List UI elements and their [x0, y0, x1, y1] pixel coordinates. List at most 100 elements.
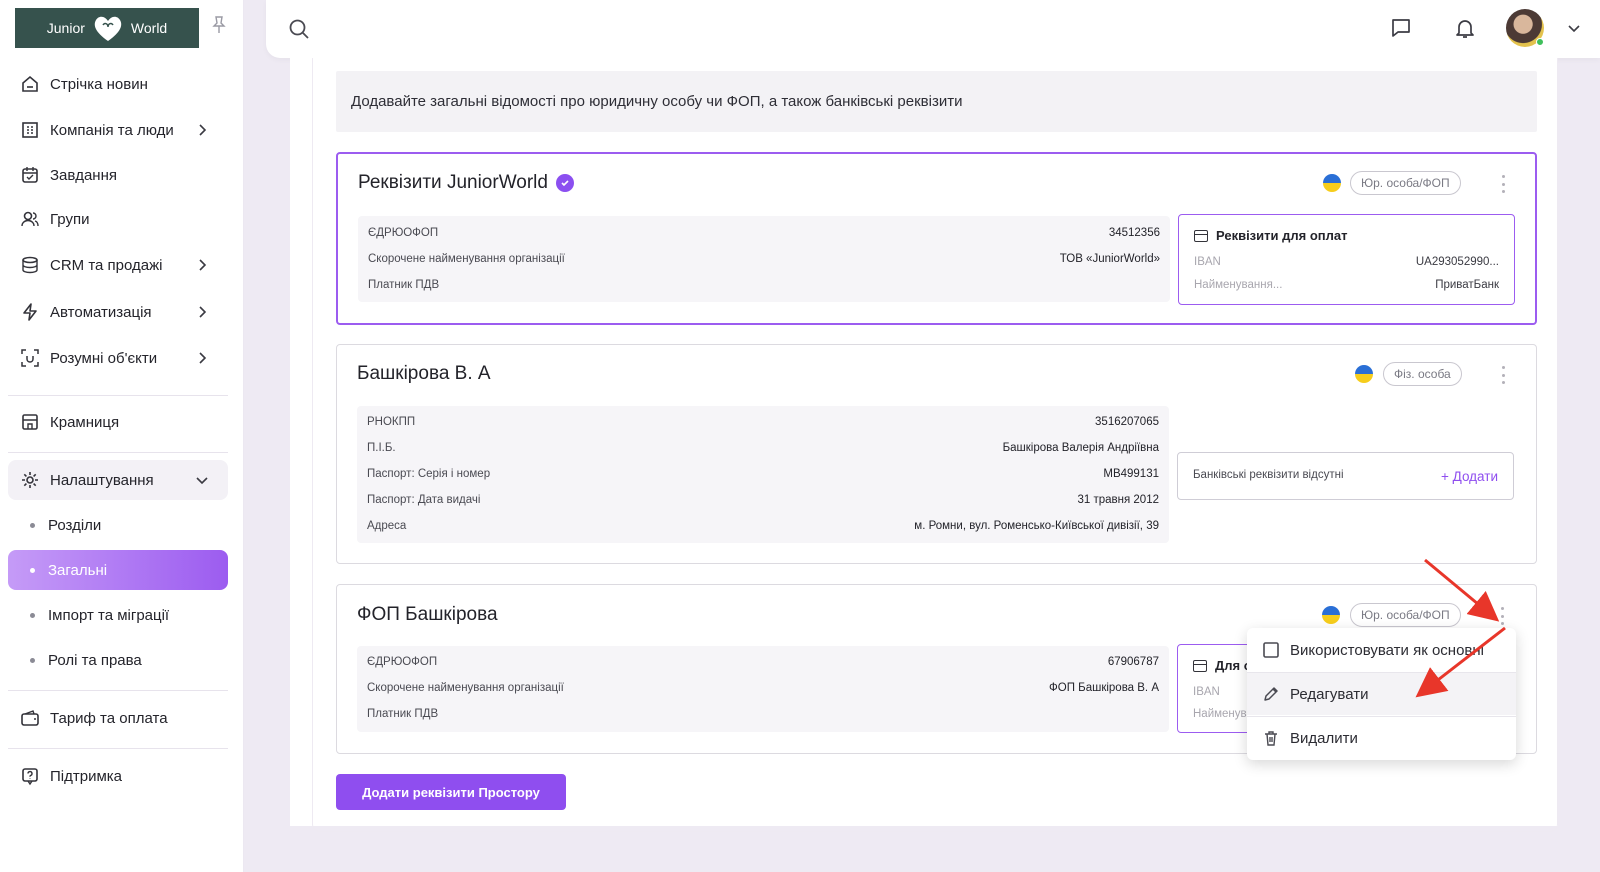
- sidebar-subitem-general[interactable]: Загальні: [8, 550, 228, 590]
- field-value: 3516207065: [1095, 416, 1159, 428]
- credit-card-icon: [1193, 659, 1207, 672]
- sidebar-item-label: Крамниця: [50, 413, 120, 431]
- context-menu: Використовувати як основні Редагувати Ви…: [1247, 628, 1516, 760]
- sidebar-item-crm[interactable]: CRM та продажі: [8, 245, 228, 285]
- pencil-icon: [1264, 687, 1278, 701]
- logo-text-right: World: [130, 20, 168, 36]
- field-row: РНОКПП 3516207065: [367, 409, 1159, 435]
- verified-badge-icon: [555, 174, 574, 192]
- chat-icon[interactable]: [1389, 16, 1413, 40]
- add-bank-details-button[interactable]: + Додати: [1441, 469, 1498, 484]
- sidebar-subitem-label: Розділи: [48, 516, 102, 534]
- chevron-down-icon[interactable]: [1566, 20, 1582, 36]
- chevron-right-icon: [199, 352, 207, 364]
- bank-key: IBAN: [1194, 256, 1221, 268]
- sidebar-item-settings[interactable]: Налаштування: [8, 460, 228, 500]
- database-icon: [22, 256, 38, 274]
- calendar-icon: [22, 167, 38, 183]
- entity-type-label: Юр. особа/ФОП: [1361, 176, 1450, 190]
- sidebar-subitem-label: Загальні: [48, 561, 108, 579]
- sidebar-item-store[interactable]: Крамниця: [8, 402, 228, 442]
- sidebar-subitem-roles[interactable]: Ролі та права: [8, 640, 228, 680]
- add-label: Додати: [1452, 469, 1498, 484]
- sidebar-divider: [8, 452, 228, 453]
- checkbox-icon: [1263, 642, 1279, 658]
- bullet-icon: [30, 568, 35, 573]
- field-key: ЄДРЮОФОП: [367, 656, 438, 668]
- heart-logo-icon: [94, 16, 122, 41]
- card-title: Башкірова В. А: [357, 363, 491, 385]
- logo[interactable]: Junior World: [15, 8, 199, 48]
- bullet-icon: [30, 658, 35, 663]
- bank-empty-text: Банківські реквізити відсутні: [1193, 469, 1344, 481]
- bank-key: Найменув: [1193, 708, 1247, 720]
- card-title: ФОП Башкірова: [357, 604, 498, 626]
- sidebar-item-smart-objects[interactable]: Розумні об'єкти: [8, 338, 228, 378]
- bank-key: IBAN: [1193, 686, 1220, 698]
- pin-icon[interactable]: [212, 16, 226, 34]
- entity-type-badge: Фіз. особа: [1383, 362, 1462, 386]
- sidebar-item-automation[interactable]: Автоматизація: [8, 292, 228, 332]
- add-space-requisites-button[interactable]: Додати реквізити Простору: [336, 774, 566, 810]
- chevron-right-icon: [199, 124, 207, 136]
- bolt-icon: [23, 303, 37, 321]
- menu-item-delete[interactable]: Видалити: [1247, 717, 1516, 759]
- card-title-text: Башкірова В. А: [357, 363, 491, 384]
- menu-item-set-primary[interactable]: Використовувати як основні: [1247, 629, 1516, 671]
- field-key: Скорочене найменування організації: [368, 253, 565, 265]
- sidebar-subitem-sections[interactable]: Розділи: [8, 505, 228, 545]
- card-title-text: ФОП Башкірова: [357, 604, 498, 625]
- field-key: П.І.Б.: [367, 442, 396, 454]
- bank-title-text: Реквізити для оплат: [1216, 228, 1348, 243]
- ukraine-flag-icon: [1355, 365, 1373, 383]
- bank-value: UA293052990...: [1415, 256, 1499, 268]
- online-status-dot: [1536, 38, 1544, 46]
- field-row: П.І.Б. Башкірова Валерія Андріївна: [367, 435, 1159, 461]
- field-key: Паспорт: Серія і номер: [367, 468, 491, 480]
- sidebar-item-label: Підтримка: [50, 767, 123, 785]
- requisites-card: Реквізити JuniorWorld Юр. особа/ФОП ЄДРЮ…: [336, 152, 1537, 325]
- sidebar-item-support[interactable]: Підтримка: [8, 756, 228, 796]
- sidebar-item-label: Тариф та оплата: [50, 709, 168, 727]
- field-value: ТОВ «JuniorWorld»: [1059, 253, 1160, 265]
- entity-type-label: Фіз. особа: [1394, 367, 1451, 381]
- card-title: Реквізити JuniorWorld: [358, 172, 574, 194]
- ukraine-flag-icon: [1323, 174, 1341, 192]
- sidebar-item-company[interactable]: Компанія та люди: [8, 110, 228, 150]
- field-value: м. Ромни, вул. Роменсько-Київської дивіз…: [914, 520, 1159, 532]
- chevron-right-icon: [199, 306, 207, 318]
- field-row: Скорочене найменування організації ФОП Ба…: [367, 675, 1159, 701]
- ukraine-flag-icon: [1322, 606, 1340, 624]
- field-value: 31 травня 2012: [1077, 494, 1159, 506]
- more-options-icon[interactable]: [1500, 175, 1506, 193]
- sidebar-item-label: Групи: [50, 210, 90, 228]
- sidebar-item-billing[interactable]: Тариф та оплата: [8, 698, 228, 738]
- field-value: Башкірова Валерія Андріївна: [1002, 442, 1159, 454]
- sidebar-item-news[interactable]: Стрічка новин: [8, 64, 228, 104]
- wallet-icon: [21, 710, 39, 726]
- sidebar-item-label: Автоматизація: [50, 303, 152, 321]
- field-value: ФОП Башкірова В. А: [1049, 682, 1159, 694]
- sidebar-item-label: Завдання: [50, 166, 117, 184]
- entity-type-badge: Юр. особа/ФОП: [1350, 171, 1461, 195]
- field-value: 67906787: [1107, 656, 1159, 668]
- bank-key: Найменування...: [1194, 279, 1283, 291]
- bank-row: IBAN UA293052990...: [1194, 256, 1499, 268]
- more-options-icon[interactable]: [1499, 607, 1505, 625]
- info-text: Додавайте загальні відомості про юридичн…: [351, 93, 963, 110]
- home-icon: [22, 75, 38, 92]
- sidebar-subitem-import[interactable]: Імпорт та міграції: [8, 595, 228, 635]
- requisites-card: Башкірова В. А Фіз. особа РНОКПП 35162070…: [336, 344, 1537, 564]
- sidebar-item-label: Компанія та люди: [50, 121, 174, 139]
- search-icon[interactable]: [288, 18, 310, 40]
- menu-item-edit[interactable]: Редагувати: [1247, 673, 1516, 715]
- sidebar-item-groups[interactable]: Групи: [8, 199, 228, 239]
- store-icon: [22, 414, 38, 430]
- sidebar-item-label: Налаштування: [50, 471, 154, 489]
- bank-details-box[interactable]: Реквізити для оплат IBAN UA293052990... Н…: [1178, 214, 1515, 305]
- menu-item-label: Редагувати: [1290, 685, 1369, 703]
- gear-icon: [22, 472, 38, 488]
- bell-icon[interactable]: [1453, 16, 1477, 40]
- more-options-icon[interactable]: [1500, 366, 1506, 384]
- sidebar-item-tasks[interactable]: Завдання: [8, 155, 228, 195]
